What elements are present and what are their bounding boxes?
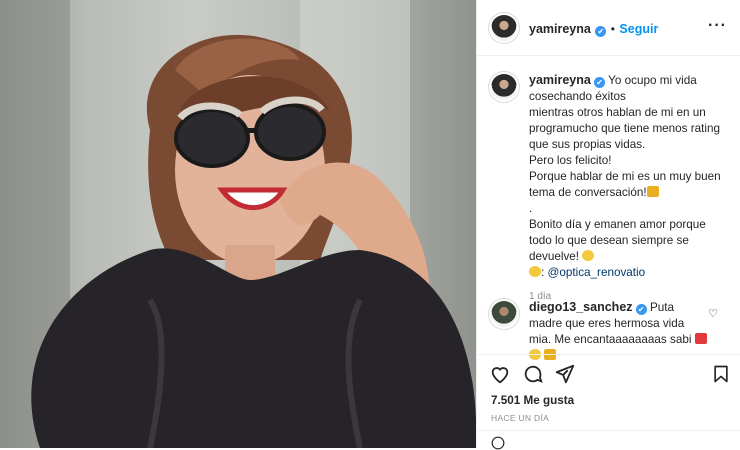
heart-small-icon[interactable]: ♡ (708, 307, 718, 320)
post-caption: yamireyna ✔ Yo ocupo mi vida cosechando … (529, 72, 725, 305)
caption-line-2: mientras otros hablan de mi en un progra… (529, 106, 721, 151)
caption-line-4: Porque hablar de mi es un muy buen tema … (529, 170, 721, 199)
photo-illustration (0, 0, 476, 448)
verified-badge-icon: ✔ (594, 77, 606, 88)
share-icon[interactable] (554, 363, 576, 385)
post-sidebar: yamireyna ✔ • Seguir ··· yamireyna ✔ Yo … (476, 0, 740, 450)
heart-icon[interactable] (489, 363, 511, 385)
caption-username[interactable]: yamireyna (529, 73, 591, 87)
comment-icon[interactable] (522, 363, 544, 385)
caption-avatar[interactable] (491, 74, 517, 100)
verified-badge-icon: ✔ (595, 26, 607, 37)
crown-emoji-icon (646, 186, 659, 197)
bookmark-icon[interactable] (711, 363, 731, 385)
header-meta: yamireyna ✔ • Seguir (529, 20, 658, 38)
verified-badge-icon: ✔ (635, 304, 647, 315)
caption-line-3: Pero los felicito! (529, 154, 612, 167)
tag-link[interactable]: @optica_renovatio (548, 266, 646, 279)
posted-time: HACE UN DÍA (491, 413, 550, 423)
caption-line-6: Bonito día y emanen amor porque todo lo … (529, 218, 706, 263)
post-photo[interactable] (0, 0, 476, 448)
sunglasses-emoji-icon (529, 266, 541, 277)
heart-emoji-icon (694, 333, 707, 344)
likes-count[interactable]: 7.501 Me gusta (491, 394, 574, 407)
instagram-post: yamireyna ✔ • Seguir ··· yamireyna ✔ Yo … (0, 0, 740, 450)
commenter-username[interactable]: diego13_sanchez (529, 300, 633, 314)
follow-button[interactable]: Seguir (619, 22, 658, 36)
sun-emoji-icon (582, 250, 595, 261)
author-avatar[interactable] (491, 15, 517, 41)
header-separator: • (610, 22, 615, 36)
more-icon[interactable]: ··· (708, 17, 727, 35)
commenter-avatar[interactable] (491, 301, 517, 327)
author-username[interactable]: yamireyna (529, 22, 591, 36)
caption-line-5: . (529, 202, 533, 215)
post-header: yamireyna ✔ • Seguir ··· (477, 0, 740, 56)
add-comment-bar (477, 430, 740, 450)
